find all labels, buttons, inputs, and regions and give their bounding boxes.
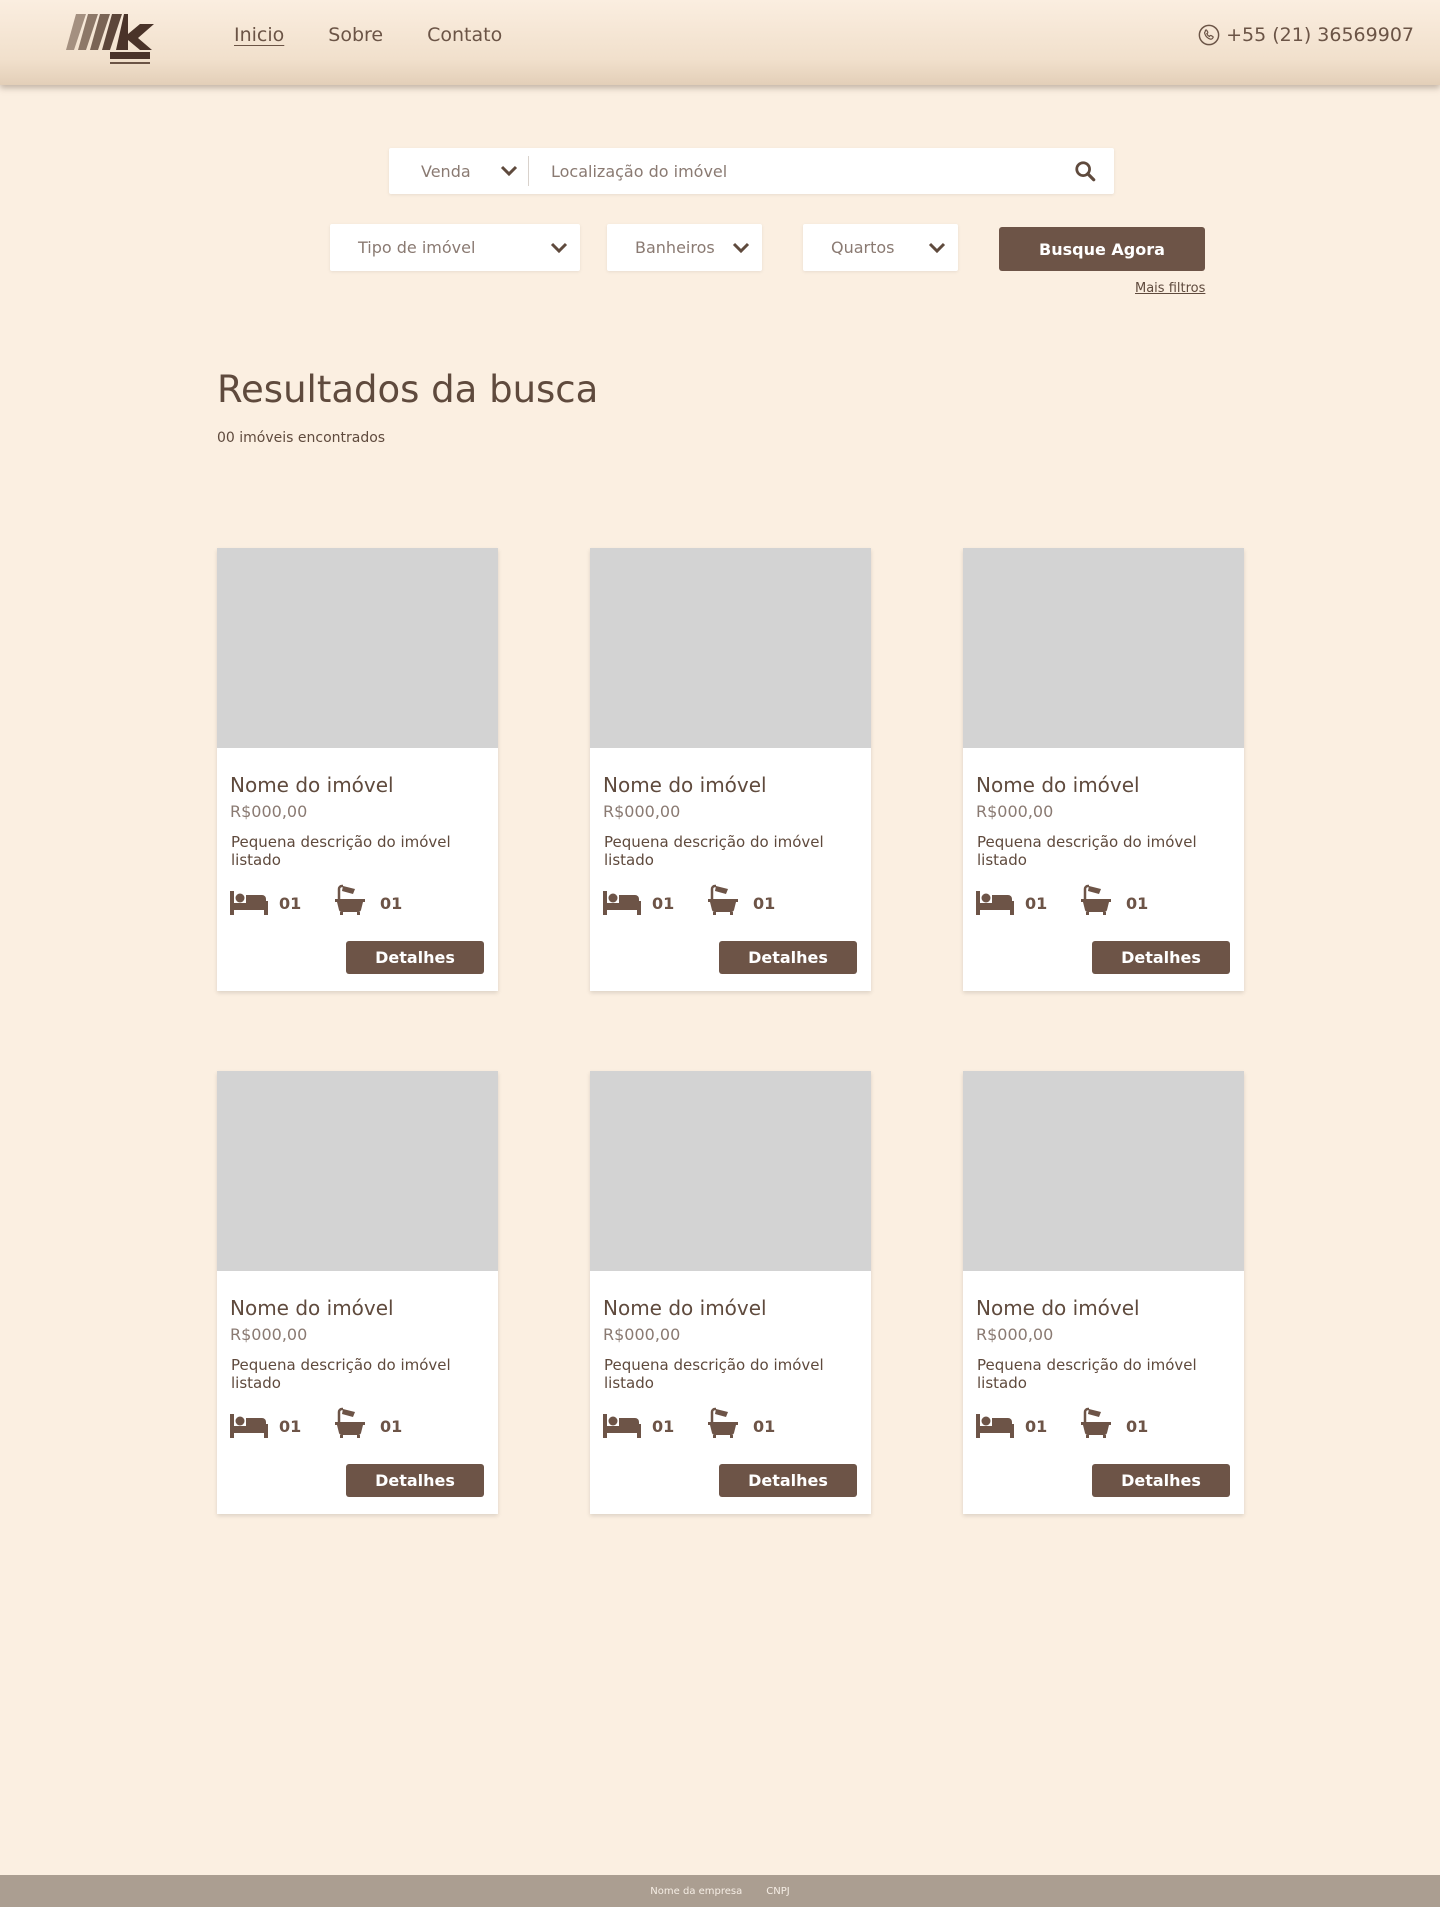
- chevron-down-icon: [732, 242, 750, 253]
- property-name[interactable]: Nome do imóvel: [230, 773, 394, 797]
- bathtub-icon: [1081, 884, 1111, 915]
- footer-cnpj: CNPJ: [766, 1885, 790, 1897]
- details-button[interactable]: Detalhes: [719, 1464, 857, 1497]
- property-price: R$000,00: [230, 802, 308, 821]
- details-button[interactable]: Detalhes: [346, 941, 484, 974]
- property-image-placeholder[interactable]: [217, 548, 498, 748]
- results-count: 00 imóveis encontrados: [217, 430, 386, 446]
- bathrooms-select[interactable]: Banheiros: [607, 224, 762, 271]
- property-card[interactable]: Nome do imóvel R$000,00 Pequena descrição …: [590, 548, 871, 991]
- bedroom-count: 01: [1025, 894, 1048, 913]
- search-icon: [1075, 161, 1096, 182]
- chevron-down-icon: [550, 242, 568, 253]
- property-name[interactable]: Nome do imóvel: [976, 773, 1140, 797]
- property-image-placeholder[interactable]: [590, 1071, 871, 1271]
- property-description: Pequena descrição do imóvel listado: [231, 1356, 451, 1392]
- transaction-type-select[interactable]: Venda: [389, 156, 529, 186]
- bedroom-count: 01: [652, 894, 675, 913]
- property-card[interactable]: Nome do imóvel R$000,00 Pequena descrição …: [963, 1071, 1244, 1514]
- property-image-placeholder[interactable]: [963, 1071, 1244, 1271]
- bed-icon: [603, 891, 641, 915]
- property-card[interactable]: Nome do imóvel R$000,00 Pequena descrição …: [217, 548, 498, 991]
- bathtub-icon: [708, 884, 738, 915]
- phone-number: +55 (21) 36569907: [1226, 24, 1414, 46]
- results-title: Resultados da busca: [217, 368, 599, 411]
- chevron-down-icon: [500, 165, 518, 177]
- more-filters-link[interactable]: Mais filtros: [1135, 281, 1205, 296]
- property-name[interactable]: Nome do imóvel: [976, 1296, 1140, 1320]
- nav-link-inicio[interactable]: Inicio: [234, 24, 284, 46]
- bathtub-icon: [708, 1407, 738, 1438]
- bedroom-count: 01: [279, 1417, 302, 1436]
- bathrooms-value: Banheiros: [635, 238, 715, 257]
- property-price: R$000,00: [603, 1325, 681, 1344]
- footer: Nome da empresa CNPJ: [0, 1875, 1440, 1907]
- property-description: Pequena descrição do imóvel listado: [604, 833, 824, 869]
- phone-contact[interactable]: +55 (21) 36569907: [1198, 24, 1414, 46]
- bed-icon: [976, 1414, 1014, 1438]
- bed-icon: [976, 891, 1014, 915]
- property-type-value: Tipo de imóvel: [358, 238, 476, 257]
- property-description: Pequena descrição do imóvel listado: [977, 1356, 1197, 1392]
- chevron-down-icon: [928, 242, 946, 253]
- bedroom-count: 01: [279, 894, 302, 913]
- bathroom-count: 01: [380, 894, 403, 913]
- nav-link-sobre[interactable]: Sobre: [328, 24, 383, 46]
- property-image-placeholder[interactable]: [963, 548, 1244, 748]
- bathroom-count: 01: [753, 894, 776, 913]
- search-button[interactable]: [1056, 148, 1114, 194]
- property-card[interactable]: Nome do imóvel R$000,00 Pequena descrição …: [590, 1071, 871, 1514]
- property-card[interactable]: Nome do imóvel R$000,00 Pequena descrição …: [963, 548, 1244, 991]
- property-description: Pequena descrição do imóvel listado: [604, 1356, 824, 1392]
- bedroom-count: 01: [652, 1417, 675, 1436]
- property-price: R$000,00: [976, 802, 1054, 821]
- property-name[interactable]: Nome do imóvel: [603, 1296, 767, 1320]
- bathtub-icon: [335, 884, 365, 915]
- details-button[interactable]: Detalhes: [346, 1464, 484, 1497]
- bathtub-icon: [335, 1407, 365, 1438]
- bed-icon: [230, 891, 268, 915]
- bathroom-count: 01: [380, 1417, 403, 1436]
- transaction-type-value: Venda: [421, 161, 471, 181]
- details-button[interactable]: Detalhes: [719, 941, 857, 974]
- nav-link-contato[interactable]: Contato: [427, 24, 502, 46]
- location-search-input[interactable]: [529, 161, 1056, 181]
- bed-icon: [603, 1414, 641, 1438]
- property-price: R$000,00: [230, 1325, 308, 1344]
- bathroom-count: 01: [753, 1417, 776, 1436]
- property-price: R$000,00: [976, 1325, 1054, 1344]
- bedrooms-value: Quartos: [831, 238, 895, 257]
- property-type-select[interactable]: Tipo de imóvel: [330, 224, 580, 271]
- phone-icon: [1198, 24, 1220, 46]
- footer-company-name: Nome da empresa: [650, 1885, 743, 1897]
- property-name[interactable]: Nome do imóvel: [603, 773, 767, 797]
- main-nav: Inicio Sobre Contato: [234, 24, 502, 46]
- details-button[interactable]: Detalhes: [1092, 941, 1230, 974]
- header: Inicio Sobre Contato +55 (21) 36569907: [0, 0, 1440, 85]
- search-bar: Venda: [389, 148, 1114, 194]
- details-button[interactable]: Detalhes: [1092, 1464, 1230, 1497]
- bathtub-icon: [1081, 1407, 1111, 1438]
- bedroom-count: 01: [1025, 1417, 1048, 1436]
- bedrooms-select[interactable]: Quartos: [803, 224, 958, 271]
- property-name[interactable]: Nome do imóvel: [230, 1296, 394, 1320]
- bathroom-count: 01: [1126, 1417, 1149, 1436]
- property-image-placeholder[interactable]: [217, 1071, 498, 1271]
- search-now-button[interactable]: Busque Agora: [999, 227, 1205, 271]
- company-logo[interactable]: [66, 14, 154, 72]
- property-image-placeholder[interactable]: [590, 548, 871, 748]
- bed-icon: [230, 1414, 268, 1438]
- property-card[interactable]: Nome do imóvel R$000,00 Pequena descrição …: [217, 1071, 498, 1514]
- property-description: Pequena descrição do imóvel listado: [977, 833, 1197, 869]
- property-price: R$000,00: [603, 802, 681, 821]
- bathroom-count: 01: [1126, 894, 1149, 913]
- property-description: Pequena descrição do imóvel listado: [231, 833, 451, 869]
